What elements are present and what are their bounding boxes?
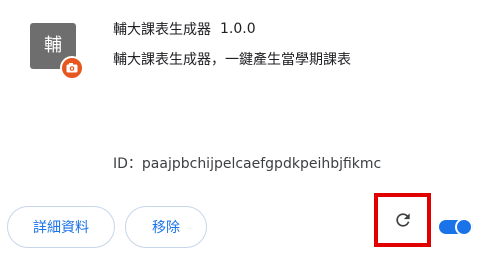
extension-card: 輔 輔大課表生成器 1.0.0 輔大課表生成器，一鍵產生當學期課表 ID：paa… [0,0,492,253]
extension-description: 輔大課表生成器，一鍵產生當學期課表 [113,52,351,68]
extension-name: 輔大課表生成器 [113,22,211,38]
toggle-knob [455,218,473,236]
reload-button[interactable] [374,193,431,247]
reload-icon [395,213,410,227]
remove-button[interactable]: 移除 [125,206,207,248]
details-button[interactable]: 詳細資料 [7,206,115,248]
extension-version: 1.0.0 [220,21,256,37]
extension-title-row: 輔大課表生成器 1.0.0 [113,18,256,40]
camera-icon [60,56,84,80]
extension-icon-text: 輔 [44,35,62,56]
enable-toggle[interactable] [439,218,473,236]
extension-id: ID：paajpbchijpelcaefgpdkpeihbjfikmc [113,156,382,172]
